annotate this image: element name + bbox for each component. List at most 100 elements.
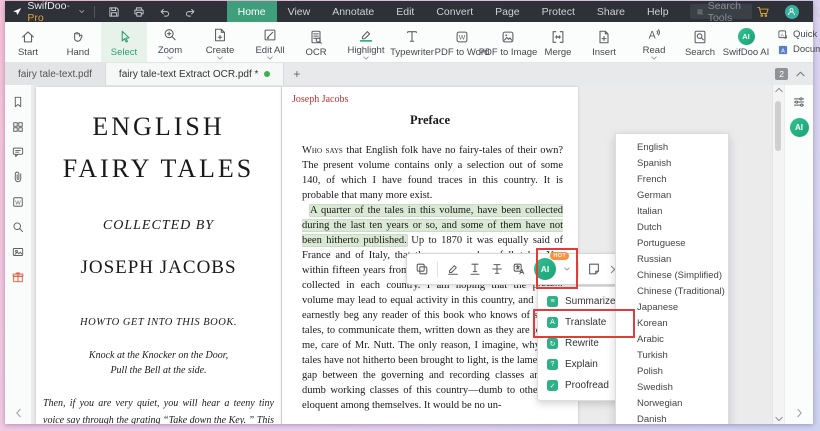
ai-dropdown-caret-icon[interactable] (564, 267, 570, 271)
new-tab-button[interactable]: + (284, 63, 309, 85)
collapse-left-panel-button[interactable] (5, 408, 31, 418)
menu-item[interactable]: Edit (385, 1, 425, 22)
preface-title: Preface (409, 113, 450, 127)
read-aloud-icon: A (649, 28, 660, 41)
vertical-scrollbar[interactable] (772, 85, 784, 424)
print-button[interactable] (129, 6, 149, 18)
document-translation-button[interactable]: A Document Translation (777, 44, 820, 56)
book-author: JOSEPH JACOBS (80, 257, 237, 278)
quick-translation-button[interactable]: A Quick Translation (777, 29, 820, 41)
underline-text-button[interactable] (468, 262, 482, 276)
ocr-button[interactable]: OCR (293, 22, 339, 62)
scroll-down-button[interactable] (773, 416, 784, 422)
menu-item[interactable]: Share (586, 1, 636, 22)
language-option[interactable]: Turkish (616, 347, 728, 363)
quick-translation-icon: A (778, 29, 787, 38)
translate-selection-button[interactable] (512, 262, 526, 276)
notifications-bell-button[interactable] (810, 6, 820, 18)
typewriter-button[interactable]: Typewriter (389, 22, 435, 62)
language-option[interactable]: Arabic (616, 331, 728, 347)
language-option[interactable]: Norwegian (616, 395, 728, 411)
selection-toolbar-divider (578, 261, 579, 277)
thumbnails-panel-button[interactable] (11, 120, 25, 134)
search-button[interactable]: Search (677, 22, 723, 62)
language-option[interactable]: Korean (616, 315, 728, 331)
ai-action-icon: ? (547, 359, 558, 370)
save-button[interactable] (104, 6, 124, 18)
main-area: W ENGLISH FAIRY TALES COLLECTED BY JOSEP… (5, 85, 813, 424)
app-menu-caret-icon[interactable] (79, 9, 85, 14)
language-option[interactable]: Italian (616, 203, 728, 219)
select-tool-button[interactable]: Select (101, 22, 147, 62)
scrollbar-thumb[interactable] (775, 101, 781, 151)
ai-sidebar-button[interactable]: AI (789, 118, 809, 137)
language-option[interactable]: Japanese (616, 299, 728, 315)
highlight-text-button[interactable] (446, 262, 460, 276)
tab-list-chevron-up-icon[interactable] (796, 71, 805, 77)
ai-icon: AI (737, 28, 755, 45)
tab-fairy-tale-extract-ocr[interactable]: fairy tale-text Extract OCR.pdf * (105, 63, 285, 85)
menu-item[interactable]: Help (636, 1, 680, 22)
zoom-tool-button[interactable]: Zoom (147, 22, 193, 62)
tab-fairy-tale-text[interactable]: fairy tale-text.pdf (5, 63, 106, 85)
edit-all-button[interactable]: Edit All (247, 22, 293, 62)
insert-button[interactable]: Insert (581, 22, 627, 62)
add-note-button[interactable] (587, 262, 601, 276)
language-option[interactable]: English (616, 139, 728, 155)
swifdoo-ai-button[interactable]: AI SwifDoo AI (723, 22, 769, 62)
copy-button[interactable] (415, 262, 429, 276)
search-document-icon (694, 30, 706, 43)
language-option[interactable]: Danish (616, 411, 728, 425)
account-button[interactable] (784, 4, 799, 19)
ai-action-icon: ↻ (547, 338, 558, 349)
merge-button[interactable]: Merge (535, 22, 581, 62)
language-option[interactable]: Dutch (616, 219, 728, 235)
pdf-to-image-button[interactable]: PDF to Image (479, 22, 537, 62)
snapshot-panel-button[interactable] (11, 245, 25, 259)
svg-text:A: A (781, 48, 785, 54)
strikethrough-text-button[interactable] (490, 262, 504, 276)
attachments-panel-button[interactable] (11, 170, 25, 184)
ribbon-toolbar: Start Hand Select Zoom Create Edit All O… (5, 22, 820, 63)
titlebar-divider (93, 5, 95, 18)
menu-item[interactable]: Annotate (321, 1, 385, 22)
menu-item[interactable]: Home (226, 1, 277, 22)
menu-item[interactable]: Convert (425, 1, 484, 22)
language-option[interactable]: French (616, 171, 728, 187)
search-panel-button[interactable] (11, 220, 25, 234)
menu-item[interactable]: Protect (531, 1, 586, 22)
view-settings-button[interactable] (792, 95, 806, 109)
language-option[interactable]: German (616, 187, 728, 203)
language-option[interactable]: Portuguese (616, 235, 728, 251)
language-option[interactable]: Polish (616, 363, 728, 379)
read-button[interactable]: A Read (631, 22, 677, 62)
search-tools-box[interactable]: Search Tools (689, 0, 752, 24)
undo-button[interactable] (154, 6, 175, 18)
redo-button[interactable] (180, 6, 201, 18)
menu-item[interactable]: Page (484, 1, 531, 22)
create-button[interactable]: Create (197, 22, 243, 62)
language-option[interactable]: Chinese (Traditional) (616, 283, 728, 299)
tab-count-badge[interactable]: 2 (775, 68, 788, 80)
translation-group: A Quick Translation A Document Translati… (769, 22, 820, 62)
bookmarks-panel-button[interactable] (11, 95, 25, 109)
start-button[interactable]: Start (5, 22, 51, 62)
hand-tool-button[interactable]: Hand (55, 22, 101, 62)
word-export-panel-button[interactable]: W (11, 195, 25, 209)
document-canvas[interactable]: ENGLISH FAIRY TALES COLLECTED BY JOSEPH … (32, 85, 772, 424)
language-option[interactable]: Chinese (Simplified) (616, 267, 728, 283)
annotations-panel-button[interactable] (11, 145, 25, 159)
expand-right-panel-button[interactable] (785, 408, 813, 418)
insert-page-icon (599, 30, 609, 43)
store-cart-button[interactable] (752, 5, 774, 18)
language-option[interactable]: Russian (616, 251, 728, 267)
language-option[interactable]: Spanish (616, 155, 728, 171)
menu-item[interactable]: View (277, 1, 322, 22)
scroll-up-button[interactable] (773, 87, 784, 93)
gift-promotion-button[interactable] (11, 270, 25, 284)
ai-assistant-button[interactable]: AI HOT (534, 252, 569, 280)
language-option[interactable]: Swedish (616, 379, 728, 395)
highlight-button[interactable]: Highlight (343, 22, 389, 62)
merge-icon (552, 30, 564, 43)
search-tools-icon (697, 9, 703, 15)
